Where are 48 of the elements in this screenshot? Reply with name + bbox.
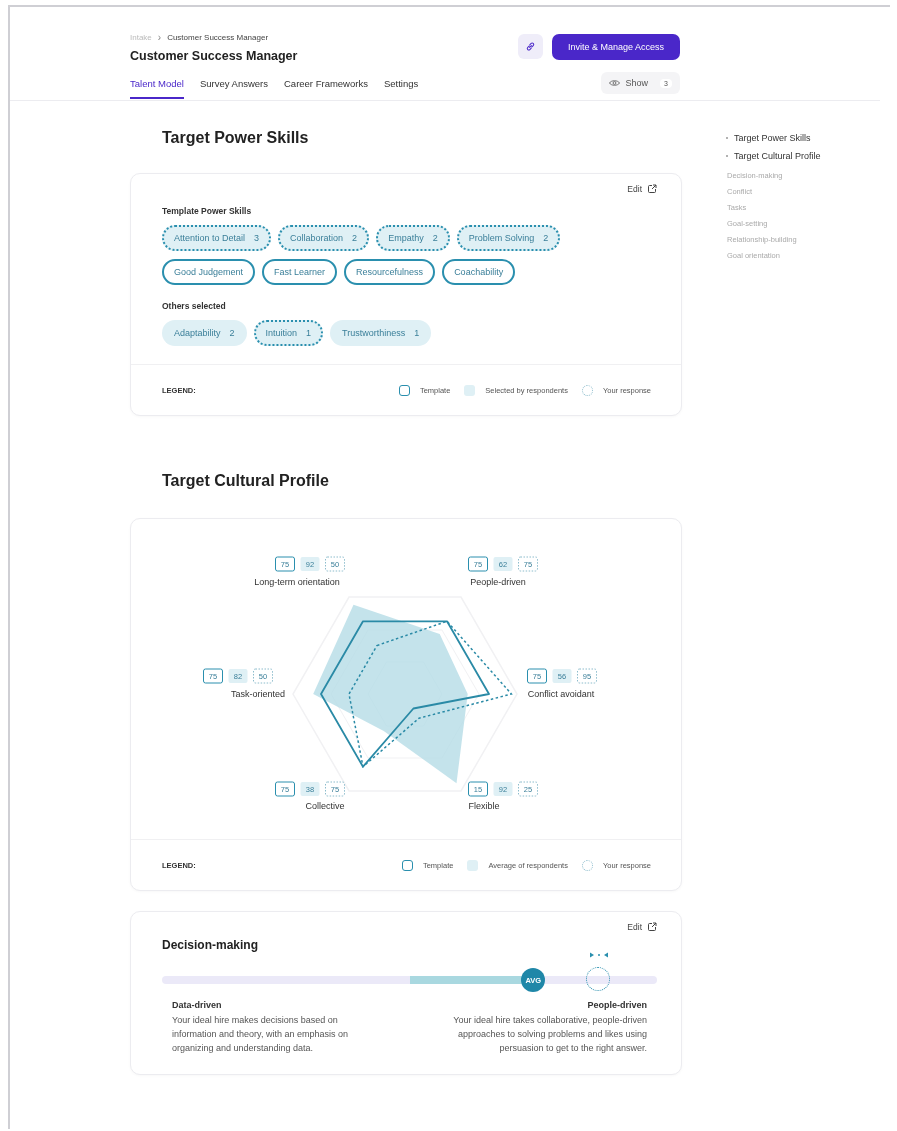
scale-label: People-driven [586,1000,647,1010]
tab[interactable]: Settings [383,73,419,99]
external-edit-icon [647,922,657,932]
skill-chip: Trustworthiness 1 [330,320,432,346]
section-heading: Target Power Skills [161,129,310,147]
eye-icon [608,79,620,87]
skill-chip: Attention to Detail 3 [162,225,272,251]
axis-label: Conflict avoidant [527,689,595,699]
scale-description: Your ideal hire takes collaborative, people-driven approaches to solving problems and likes using persuasion to get to the right answer. [452,1014,647,1055]
outline-item[interactable]: Target Power Skills [726,133,821,143]
tab[interactable]: Career Frameworks [284,73,368,99]
axis-label: Long-term orientation [254,577,340,587]
scale-description: Your ideal hire makes decisions based on information and theory, with an emphasis on organizing and understanding data. [172,1014,349,1055]
axis-label: Collective [305,801,345,811]
skill-chip: Problem Solving 2 [456,225,561,251]
scale-label: Data-driven [172,1000,223,1010]
skill-chip: Resourcefulness [344,259,436,285]
scale-heading: Decision-making [162,938,260,952]
group-heading: Others selected [162,301,227,311]
arrows-icon [589,952,608,958]
skill-chip: Collaboration 2 [278,225,370,251]
external-edit-icon [647,184,657,194]
legend-swatch [398,384,410,396]
group-heading: Template Power Skills [162,206,253,216]
legend-swatch [464,384,476,396]
tab[interactable]: Survey Answers [199,73,268,99]
axis-label: People-driven [470,577,526,587]
invite-button[interactable]: Invite & Manage Access [551,34,680,60]
section-heading: Target Cultural Profile [161,472,330,490]
skill-chip: Intuition 1 [253,320,324,346]
skill-chip: Coachability [442,259,516,285]
axis-label: Flexible [468,801,500,811]
legend-swatch [401,859,413,871]
axis-label: Task-oriented [231,689,285,699]
skill-chip: Fast Learner [262,259,338,285]
edit-button[interactable]: Edit [627,922,657,932]
breadcrumb-separator: › [157,32,162,43]
copy-link-button[interactable] [517,34,543,59]
breadcrumb-item[interactable]: Customer Success Manager [167,33,269,42]
skill-chip: Adaptability 2 [162,320,247,346]
link-icon [524,41,536,52]
outline-item[interactable]: Target Cultural Profile [726,151,821,161]
page-title: Customer Success Manager [130,49,298,63]
edit-button[interactable]: Edit [627,184,657,194]
skill-chip: Empathy 2 [376,225,450,251]
tab[interactable]: Talent Model [130,73,184,99]
legend-swatch [467,859,479,871]
skill-chip: Good Judgement [162,259,256,285]
